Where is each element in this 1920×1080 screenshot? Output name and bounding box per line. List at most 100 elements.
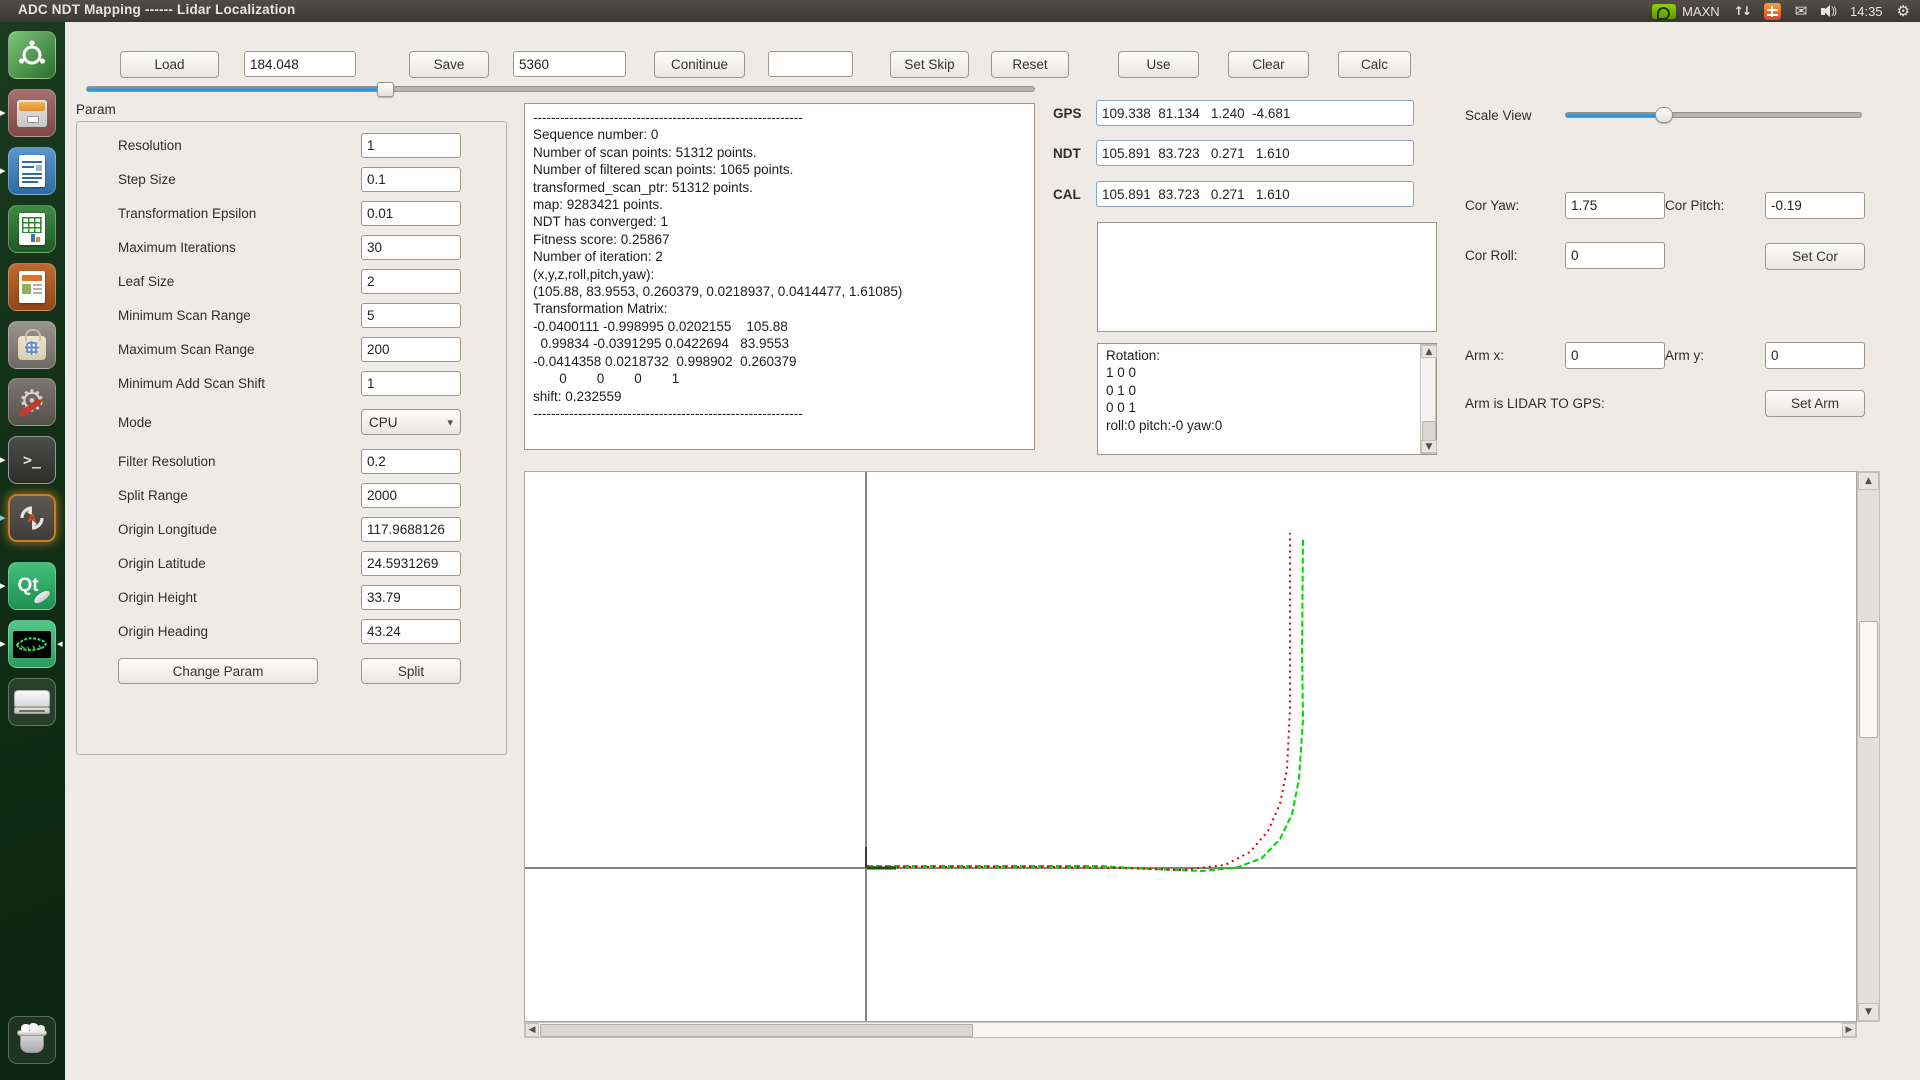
param-label: Filter Resolution: [118, 449, 216, 474]
gpu-mode-label: MAXN: [1682, 4, 1720, 19]
plot-scroll-left-button[interactable]: ◀: [525, 1023, 539, 1037]
param-input-origin-latitude[interactable]: [361, 551, 461, 576]
dock-icon-system-settings[interactable]: ⚙: [8, 378, 56, 426]
plot-horizontal-scrollbar[interactable]: ◀ ▶: [524, 1022, 1857, 1038]
rotation-scrollbar[interactable]: ▲ ▼: [1420, 344, 1436, 454]
volume-icon[interactable]: )): [1821, 5, 1836, 17]
param-label: Origin Heading: [118, 619, 208, 644]
sync-arrows-icon[interactable]: ↑↓: [1734, 4, 1750, 18]
scale-view-slider-handle[interactable]: [1655, 107, 1673, 123]
change-param-button[interactable]: Change Param: [118, 658, 318, 684]
mode-dropdown[interactable]: CPU ▾: [361, 409, 461, 435]
param-input-step-size[interactable]: [361, 167, 461, 192]
dock-icon-software-center[interactable]: [8, 321, 56, 369]
param-label: Transformation Epsilon: [118, 201, 256, 226]
dock-icon-libreoffice-impress[interactable]: [8, 263, 56, 311]
param-input-minimum-add-scan-shift[interactable]: [361, 371, 461, 396]
plot-hscrollbar-thumb[interactable]: [540, 1024, 973, 1037]
arm-y-input[interactable]: [1765, 342, 1865, 369]
running-indicator: ▸: [0, 166, 8, 177]
scale-view-slider-fill: [1566, 113, 1663, 117]
reset-button[interactable]: Reset: [991, 51, 1069, 78]
rotation-text: Rotation: 1 0 0 0 1 0 0 0 1 roll:0 pitch…: [1098, 344, 1436, 437]
dock-icon-qt-creator[interactable]: Qt: [8, 562, 56, 610]
dock-icon-software-updater[interactable]: A: [8, 494, 56, 542]
ndt-label: NDT: [1053, 140, 1081, 166]
dock-icon-trash[interactable]: [8, 1016, 56, 1064]
param-input-leaf-size[interactable]: [361, 269, 461, 294]
plot-scroll-right-button[interactable]: ▶: [1842, 1023, 1856, 1037]
scroll-down-button[interactable]: ▼: [1421, 440, 1437, 453]
save-value-input[interactable]: [513, 51, 626, 77]
set-skip-button[interactable]: Set Skip: [890, 51, 969, 78]
continue-button[interactable]: Conitinue: [654, 51, 745, 78]
param-input-filter-resolution[interactable]: [361, 449, 461, 474]
session-gear-icon[interactable]: ⚙: [1897, 2, 1910, 20]
ndt-pose-field[interactable]: [1096, 140, 1414, 166]
input-method-icon[interactable]: [1764, 3, 1781, 20]
calc-button[interactable]: Calc: [1338, 51, 1411, 78]
clear-button[interactable]: Clear: [1228, 51, 1309, 78]
gps-trajectory-line: [867, 533, 1290, 870]
arm-x-label: Arm x:: [1465, 342, 1504, 369]
ndt-log-output[interactable]: ----------------------------------------…: [524, 103, 1035, 450]
arm-x-input[interactable]: [1565, 342, 1665, 369]
dock-icon-terminal[interactable]: >_: [8, 436, 56, 484]
dock-icon-lidar-mapping-app[interactable]: [8, 620, 56, 668]
split-button[interactable]: Split: [361, 658, 461, 684]
param-label: Split Range: [118, 483, 188, 508]
unity-launcher: ▸ ▸ ⚙ ▸ >_: [0, 22, 65, 1080]
dock-icon-disk-drive[interactable]: [8, 678, 56, 726]
clock[interactable]: 14:35: [1850, 4, 1883, 19]
set-arm-button[interactable]: Set Arm: [1765, 390, 1865, 417]
gps-pose-field[interactable]: [1096, 100, 1414, 126]
cor-roll-label: Cor Roll:: [1465, 242, 1518, 269]
plot-vscrollbar-thumb[interactable]: [1859, 621, 1878, 738]
param-label: Origin Height: [118, 585, 197, 610]
plot-scroll-up-button[interactable]: ▲: [1858, 472, 1879, 490]
dock-icon-libreoffice-writer[interactable]: [8, 147, 56, 195]
update-arrows-icon: A: [16, 502, 48, 534]
dock-icon-file-manager[interactable]: [8, 89, 56, 137]
sequence-slider-fill: [87, 87, 382, 91]
plot-vertical-scrollbar[interactable]: ▲ ▼: [1857, 471, 1880, 1022]
cal-pose-field[interactable]: [1096, 181, 1414, 207]
param-label: Leaf Size: [118, 269, 174, 294]
cor-yaw-input[interactable]: [1565, 192, 1665, 219]
scale-view-slider-track[interactable]: [1565, 112, 1862, 118]
svg-text:A: A: [28, 512, 37, 525]
dock-icon-libreoffice-calc[interactable]: [8, 205, 56, 253]
param-input-origin-height[interactable]: [361, 585, 461, 610]
sequence-slider-track[interactable]: [86, 86, 1035, 92]
mail-icon[interactable]: ✉: [1795, 2, 1808, 20]
nvidia-gpu-icon[interactable]: [1652, 4, 1676, 19]
save-button[interactable]: Save: [409, 51, 489, 78]
param-input-origin-heading[interactable]: [361, 619, 461, 644]
set-cor-button[interactable]: Set Cor: [1765, 243, 1865, 270]
param-input-maximum-iterations[interactable]: [361, 235, 461, 260]
plot-scroll-down-button[interactable]: ▼: [1858, 1003, 1879, 1021]
drive-icon: [14, 690, 50, 714]
system-tray: MAXN ↑↓ ✉ )) 14:35 ⚙: [1652, 0, 1920, 22]
load-button[interactable]: Load: [120, 51, 219, 78]
param-input-transformation-epsilon[interactable]: [361, 201, 461, 226]
use-button[interactable]: Use: [1118, 51, 1199, 78]
scroll-up-button[interactable]: ▲: [1421, 345, 1437, 358]
load-value-input[interactable]: [244, 51, 356, 77]
param-input-maximum-scan-range[interactable]: [361, 337, 461, 362]
param-input-split-range[interactable]: [361, 483, 461, 508]
param-input-minimum-scan-range[interactable]: [361, 303, 461, 328]
rotation-info-box[interactable]: Rotation: 1 0 0 0 1 0 0 0 1 roll:0 pitch…: [1097, 343, 1437, 455]
window-title: ADC NDT Mapping ------ Lidar Localizatio…: [18, 2, 295, 17]
param-input-origin-longitude[interactable]: [361, 517, 461, 542]
param-label-mode: Mode: [118, 409, 152, 435]
continue-value-input[interactable]: [768, 51, 853, 77]
cor-roll-input[interactable]: [1565, 242, 1665, 269]
param-input-resolution[interactable]: [361, 133, 461, 158]
system-top-bar: ADC NDT Mapping ------ Lidar Localizatio…: [0, 0, 1920, 22]
dock-icon-dash-home[interactable]: [8, 31, 56, 79]
sequence-slider-handle[interactable]: [377, 82, 394, 97]
cor-yaw-label: Cor Yaw:: [1465, 192, 1519, 219]
ndt-trajectory-line: [867, 537, 1303, 871]
cor-pitch-input[interactable]: [1765, 192, 1865, 219]
